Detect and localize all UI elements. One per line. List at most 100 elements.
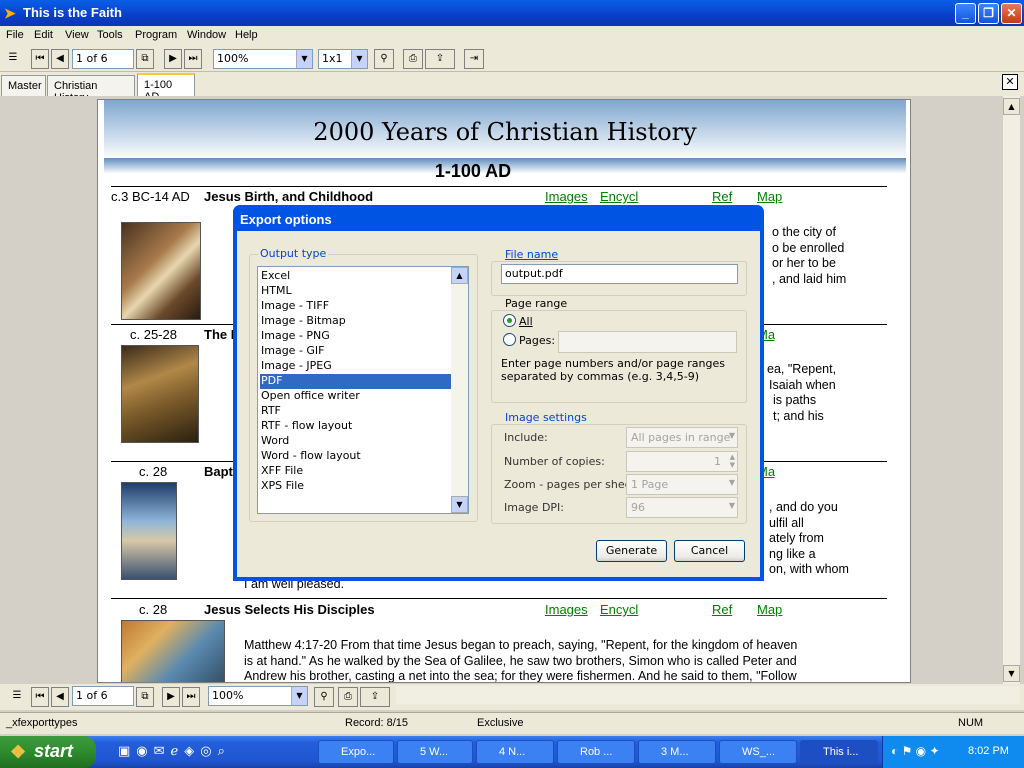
- list-item[interactable]: Image - TIFF: [260, 299, 451, 314]
- chevron-down-icon: ▼: [728, 501, 735, 510]
- last-page-button[interactable]: ⏭: [184, 49, 202, 69]
- zoom-select[interactable]: 100% ▼: [208, 686, 308, 706]
- first-page-button[interactable]: ⏮: [31, 687, 49, 707]
- print-icon[interactable]: ⎙: [403, 49, 423, 69]
- tab-master[interactable]: Master: [1, 75, 46, 96]
- map-link[interactable]: Map: [757, 189, 782, 204]
- taskbar-item[interactable]: Rob ...: [557, 740, 635, 764]
- layout-select[interactable]: 1x1 ▼: [318, 49, 368, 69]
- map-link[interactable]: Map: [757, 602, 782, 617]
- taskbar-item[interactable]: Expo...: [318, 740, 394, 764]
- file-name-input[interactable]: output.pdf: [501, 264, 738, 284]
- list-item-selected[interactable]: PDF: [260, 374, 451, 389]
- scroll-up-icon[interactable]: ▲: [1003, 98, 1020, 115]
- next-page-button[interactable]: ▶: [162, 687, 180, 707]
- list-scrollbar[interactable]: ▲ ▼: [451, 267, 468, 513]
- horizontal-scrollbar[interactable]: [396, 686, 1020, 704]
- cancel-button[interactable]: Cancel: [674, 540, 745, 562]
- binoculars-icon[interactable]: ⚲: [314, 687, 334, 707]
- firefox-icon[interactable]: ◉: [136, 744, 147, 759]
- images-link[interactable]: Images: [545, 189, 588, 204]
- zoom-select[interactable]: 100% ▼: [213, 49, 313, 69]
- taskbar-item[interactable]: 4 N...: [476, 740, 554, 764]
- encycl-link[interactable]: Encycl: [600, 189, 638, 204]
- text-line: o be enrolled: [772, 240, 845, 255]
- taskbar-item[interactable]: 3 M...: [638, 740, 716, 764]
- search-icon[interactable]: ⌕: [218, 744, 225, 759]
- encycl-link[interactable]: Encycl: [600, 602, 638, 617]
- menu-file[interactable]: File: [6, 29, 24, 41]
- list-item[interactable]: Image - Bitmap: [260, 314, 451, 329]
- close-button[interactable]: ✕: [1001, 3, 1022, 24]
- list-item[interactable]: Word - flow layout: [260, 449, 451, 464]
- list-item[interactable]: Open office writer: [260, 389, 451, 404]
- include-select[interactable]: All pages in range ▼: [626, 427, 738, 448]
- dpi-select[interactable]: 96 ▼: [626, 497, 738, 518]
- export-icon[interactable]: ⇪: [360, 687, 390, 707]
- menu-window[interactable]: Window: [187, 29, 226, 41]
- menu-tools[interactable]: Tools: [97, 29, 123, 41]
- exit-door-icon[interactable]: ⇥: [464, 49, 484, 69]
- menu-view[interactable]: View: [65, 29, 89, 41]
- list-item[interactable]: Excel: [260, 269, 451, 284]
- pages-radio[interactable]: [503, 333, 516, 346]
- list-item[interactable]: XFF File: [260, 464, 451, 479]
- ref-link[interactable]: Ref: [712, 189, 732, 204]
- tray-icons[interactable]: ◐ ⚑ ◉ ✦: [891, 744, 940, 758]
- copy-icon[interactable]: ⧉: [136, 687, 154, 707]
- last-page-button[interactable]: ⏭: [182, 687, 200, 707]
- ref-link[interactable]: Ref: [712, 602, 732, 617]
- start-button[interactable]: ❖ start: [0, 736, 96, 768]
- scroll-down-icon[interactable]: ▼: [451, 496, 468, 513]
- page-number-field[interactable]: 1 of 6: [72, 686, 134, 706]
- ie-icon[interactable]: ℯ: [171, 744, 179, 759]
- first-page-button[interactable]: ⏮: [31, 49, 49, 69]
- binoculars-icon[interactable]: ⚲: [374, 49, 394, 69]
- pages-input[interactable]: [558, 331, 737, 353]
- list-icon[interactable]: ☰: [4, 49, 22, 69]
- menu-edit[interactable]: Edit: [34, 29, 53, 41]
- prev-page-button[interactable]: ◀: [51, 687, 69, 707]
- images-link[interactable]: Images: [545, 602, 588, 617]
- prev-page-button[interactable]: ◀: [51, 49, 69, 69]
- list-item[interactable]: XPS File: [260, 479, 451, 494]
- generate-button[interactable]: Generate: [596, 540, 667, 562]
- copies-stepper[interactable]: 1 ▲ ▼: [626, 451, 738, 472]
- quicklaunch-icon[interactable]: ▣: [118, 744, 130, 759]
- zoom-select[interactable]: 1 Page ▼: [626, 474, 738, 495]
- app-icon[interactable]: ◎: [200, 744, 211, 759]
- list-item[interactable]: HTML: [260, 284, 451, 299]
- list-item[interactable]: Image - GIF: [260, 344, 451, 359]
- menu-program[interactable]: Program: [135, 29, 177, 41]
- list-icon[interactable]: ☰: [8, 687, 26, 707]
- nativity-image: [121, 222, 201, 320]
- output-type-list[interactable]: ▲ ▼ Excel HTML Image - TIFF Image - Bitm…: [257, 266, 469, 514]
- scroll-up-icon[interactable]: ▲: [451, 267, 468, 284]
- tab-1-100-ad[interactable]: 1-100 AD: [137, 73, 195, 103]
- export-icon[interactable]: ⇪: [425, 49, 455, 69]
- list-item[interactable]: Word: [260, 434, 451, 449]
- all-pages-radio[interactable]: [503, 314, 516, 327]
- include-value: All pages in range: [631, 431, 731, 444]
- close-tab-icon[interactable]: ✕: [1002, 74, 1018, 90]
- list-item[interactable]: Image - JPEG: [260, 359, 451, 374]
- taskbar-item-active[interactable]: This i...: [800, 740, 878, 764]
- list-item[interactable]: RTF: [260, 404, 451, 419]
- list-item[interactable]: RTF - flow layout: [260, 419, 451, 434]
- print-icon[interactable]: ⎙: [338, 687, 358, 707]
- entry-date: c. 28: [139, 602, 168, 617]
- vertical-scrollbar[interactable]: ▲ ▼: [1003, 96, 1020, 684]
- tab-christian-history[interactable]: Christian History: [47, 75, 135, 104]
- menu-help[interactable]: Help: [235, 29, 258, 41]
- app-icon[interactable]: ◈: [184, 744, 194, 759]
- mail-icon[interactable]: ✉: [154, 744, 165, 759]
- scroll-down-icon[interactable]: ▼: [1003, 665, 1020, 682]
- maximize-button[interactable]: ❐: [978, 3, 999, 24]
- minimize-button[interactable]: _: [955, 3, 976, 24]
- page-number-field[interactable]: 1 of 6: [72, 49, 134, 69]
- taskbar-item[interactable]: 5 W...: [397, 740, 473, 764]
- list-item[interactable]: Image - PNG: [260, 329, 451, 344]
- next-page-button[interactable]: ▶: [164, 49, 182, 69]
- copy-icon[interactable]: ⧉: [136, 49, 154, 69]
- taskbar-item[interactable]: WS_...: [719, 740, 797, 764]
